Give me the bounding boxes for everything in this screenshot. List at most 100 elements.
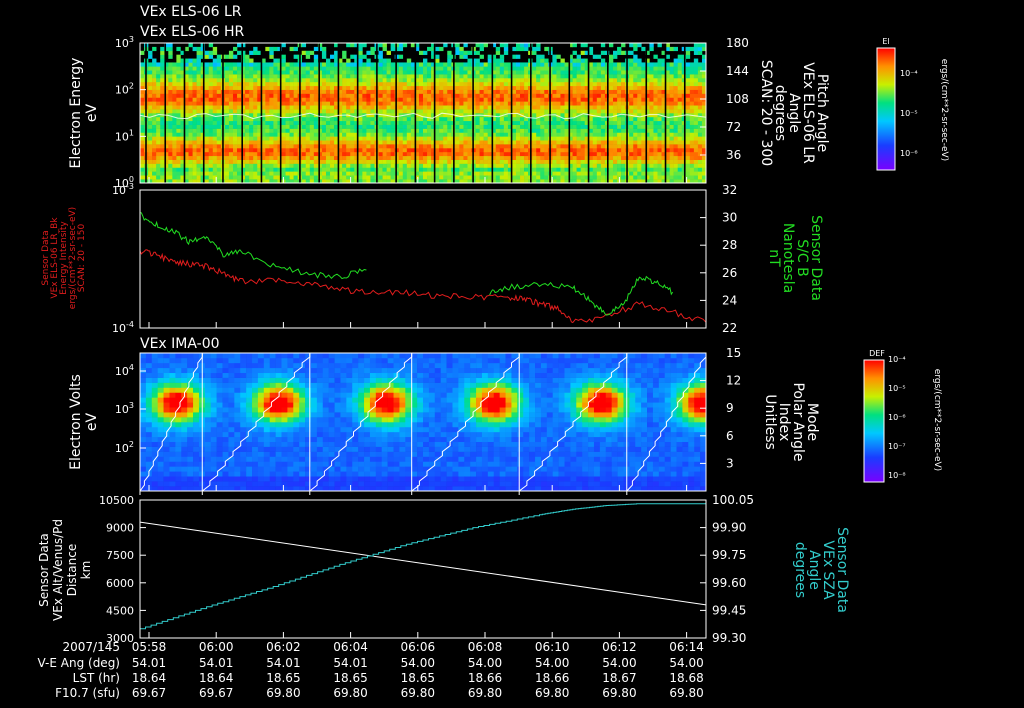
time-col-3: 06:04 [333,640,368,654]
els-ytick-1: 101 [115,128,134,143]
header-line-1: VEx ELS-06 LR [140,4,242,20]
mode-tick-3: 6 [726,429,734,443]
time-col-0-row-2: 69.67 [132,686,166,700]
time-col-2-row-1: 18.65 [266,671,300,685]
time-col-2-row-2: 69.80 [266,686,300,700]
time-col-4-row-1: 18.65 [401,671,435,685]
sza-tick-4: 99.45 [712,603,746,617]
el-cb-tick-2: 10⁻⁶ [900,149,918,158]
intensity-series-2 [489,275,674,316]
alt-ytick-0: 10500 [99,494,134,507]
el-colorbar-label: ergs/(cm**2-sr-sec-eV) [939,59,949,161]
pitch-label-line-4: SCAN: 20 - 300 [758,60,774,166]
els-energy-ylabel: Electron Energy eV [68,58,100,169]
sza-tick-1: 99.90 [712,521,746,535]
els-ytick-3: 103 [115,35,134,50]
altitude-ylabel-line-2: Distance [65,544,79,596]
ima-ytick-0: 102 [115,440,134,455]
time-col-1: 06:00 [199,640,234,654]
time-col-8-row-1: 18.68 [669,671,703,685]
time-col-5-row-2: 69.80 [468,686,502,700]
altitude-sza-panel: 1050090007500600045003000 100.0599.9099.… [37,493,850,645]
b-tick-2: 28 [722,238,737,252]
def-cb-tick-2: 10⁻⁶ [888,413,906,422]
intensity-series-1 [139,212,367,280]
altitude-ylabel-line-3: km [79,561,93,580]
time-col-6: 06:10 [535,640,570,654]
def-colorbar-title: DEF [869,349,885,358]
sza-axis-label: Sensor DataVEx SZAAngledegrees [792,527,850,613]
pitch-tick-4: 36 [726,148,741,162]
polar-angle-axis-label: ModePolar AngleIndexUnitless [762,382,820,461]
mode-tick-0: 15 [726,346,741,360]
header-line-2: VEx ELS-06 HR [140,24,245,40]
b-tick-4: 24 [722,293,737,307]
alt-ytick-3: 6000 [106,577,134,590]
time-col-8-row-2: 69.80 [669,686,703,700]
def-cb-tick-0: 10⁻⁴ [888,355,906,364]
intensity-series-0 [139,249,707,324]
pitch-angle-axis-label: Pitch AngleVEx ELS-06 LRAngledegreesSCAN… [758,60,830,166]
sza-label-line-3: degrees [792,542,808,598]
altitude-ylabel-line-0: Sensor Data [37,533,51,607]
alt-ytick-1: 9000 [106,522,134,535]
els-ylabel-line-0: Electron Energy [68,58,84,169]
mode-tick-2: 9 [726,401,734,415]
time-col-1-row-0: 54.01 [199,656,233,670]
time-col-2-row-0: 54.01 [266,656,300,670]
els-spectrogram-cells [140,43,707,184]
intensity-ytick-1: 10-3 [112,182,134,197]
el-colorbar-title: El [882,37,889,46]
ima-energy-panel: VEx IMA-00 102 103 104 15 12 9 6 3 Electron Vo… [68,336,820,495]
time-col-6-row-0: 54.00 [535,656,569,670]
time-col-6-row-2: 69.80 [535,686,569,700]
el-colorbar-scale [876,47,896,171]
def-cb-tick-3: 10⁻⁷ [888,442,906,451]
time-col-5: 06:08 [468,640,503,654]
time-col-8: 06:14 [669,640,704,654]
time-col-0-row-1: 18.64 [132,671,166,685]
altitude-series-0 [139,521,707,606]
def-cb-tick-4: 10⁻⁸ [888,471,906,480]
def-colorbar: DEF 10⁻⁴ 10⁻⁵ 10⁻⁶ 10⁻⁷ 10⁻⁸ ergs/(cm**2-sr-… [863,349,942,483]
pitch-tick-3: 72 [726,120,741,134]
intensity-panel-frame [139,189,707,329]
ima-ylabel-line-0: Electron Volts [68,374,84,470]
els-ytick-2: 102 [115,82,134,97]
time-col-1-row-1: 18.64 [199,671,233,685]
time-col-5-row-1: 18.66 [468,671,502,685]
sensor-intensity-panel: 10-4 10-3 32 30 28 26 24 22 Sensor Data VEx ELS… [41,182,824,335]
ima-panel-title: VEx IMA-00 [140,336,220,352]
intensity-ylabel-line-4: SCAN: 20 - 150 [77,224,87,293]
altitude-series-1 [140,503,706,630]
time-axis-date: 2007/145 [63,640,121,654]
intensity-ylabel: Sensor Data VEx ELS-06 LR_Bk Energy Intens… [41,207,87,309]
time-col-7: 06:12 [602,640,637,654]
time-col-8-row-0: 54.00 [669,656,703,670]
time-col-3-row-2: 69.80 [333,686,367,700]
mode-label-line-3: Unitless [762,394,778,450]
time-col-7-row-0: 54.00 [602,656,636,670]
time-col-7-row-2: 69.80 [602,686,636,700]
el-cb-tick-1: 10⁻⁵ [900,109,918,118]
el-colorbar: El 10⁻⁴ 10⁻⁵ 10⁻⁶ ergs/(cm**2-sr-sec-eV) [876,37,949,171]
time-col-0-row-0: 54.01 [132,656,166,670]
ima-spectrogram-cells [140,353,707,492]
b-tick-3: 26 [722,266,737,280]
b-tick-0: 32 [722,183,737,197]
time-col-3-row-0: 54.01 [333,656,367,670]
time-axis-row-label-lst: LST (hr) [73,671,120,685]
els-ylabel-line-1: eV [84,103,100,122]
b-label-line-3: nT [766,249,782,267]
ima-ytick-1: 103 [115,401,134,416]
mode-tick-4: 3 [726,456,734,470]
pitch-tick-0: 180 [726,36,749,50]
def-cb-tick-1: 10⁻⁵ [888,384,906,393]
time-col-1-row-2: 69.67 [199,686,233,700]
time-col-0: 05:58 [132,640,167,654]
pitch-tick-2: 108 [726,92,749,106]
sza-tick-3: 99.60 [712,576,746,590]
ima-ytick-2: 104 [115,363,134,378]
sza-tick-2: 99.75 [712,548,746,562]
els-energy-panel: 100101102103 1801441087236 Electron Ener… [68,35,830,190]
